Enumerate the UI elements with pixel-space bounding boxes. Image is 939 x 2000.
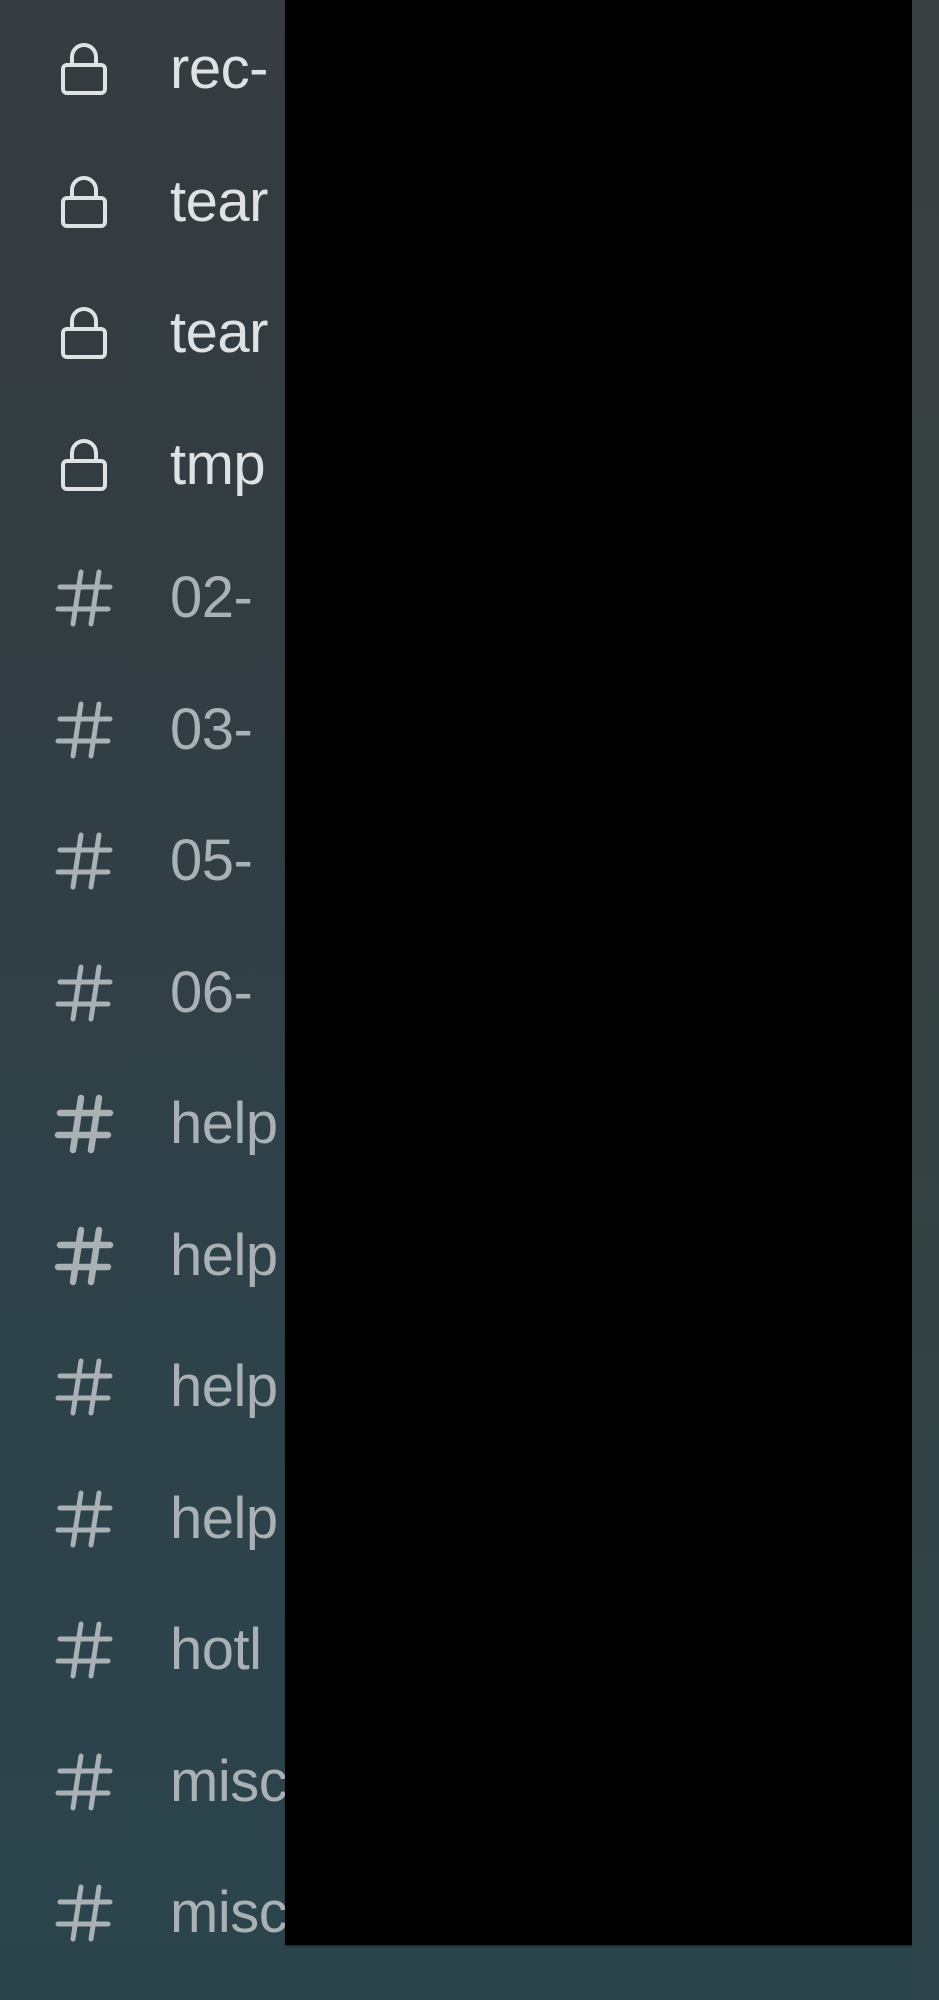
hash-icon xyxy=(52,566,116,630)
channel-name: help xyxy=(170,1222,278,1288)
channel-name: tear xyxy=(170,168,268,234)
channel-name: hotl xyxy=(170,1616,262,1682)
sidebar-right-edge xyxy=(912,0,939,2000)
channel-name: tear xyxy=(170,299,268,365)
channel-name: 02- xyxy=(170,564,253,630)
channel-name: 03- xyxy=(170,696,253,762)
channel-name: misc xyxy=(170,1879,288,1945)
redaction-block xyxy=(285,0,912,1945)
channel-name: 05- xyxy=(170,827,253,893)
hash-icon xyxy=(52,829,116,893)
hash-icon xyxy=(52,1355,116,1419)
hash-icon xyxy=(52,1487,116,1551)
lock-icon xyxy=(52,433,116,497)
channel-name: help xyxy=(170,1353,278,1419)
lock-icon xyxy=(52,37,116,101)
channel-name: tmp xyxy=(170,431,266,497)
lock-icon xyxy=(52,170,116,234)
hash-icon xyxy=(52,698,116,762)
channel-name: help xyxy=(170,1090,278,1156)
channel-name: 06- xyxy=(170,959,253,1025)
hash-icon xyxy=(52,1224,116,1288)
hash-icon xyxy=(52,1750,116,1814)
hash-icon xyxy=(52,1092,116,1156)
lock-icon xyxy=(52,301,116,365)
hash-icon xyxy=(52,1881,116,1945)
channel-name: misc xyxy=(170,1748,288,1814)
channel-sidebar: rec- tear tear tmp 02- 03- 05- 06- help … xyxy=(0,0,939,2000)
channel-name: rec- xyxy=(170,35,268,101)
channel-name: help xyxy=(170,1485,278,1551)
hash-icon xyxy=(52,961,116,1025)
hash-icon xyxy=(52,1618,116,1682)
